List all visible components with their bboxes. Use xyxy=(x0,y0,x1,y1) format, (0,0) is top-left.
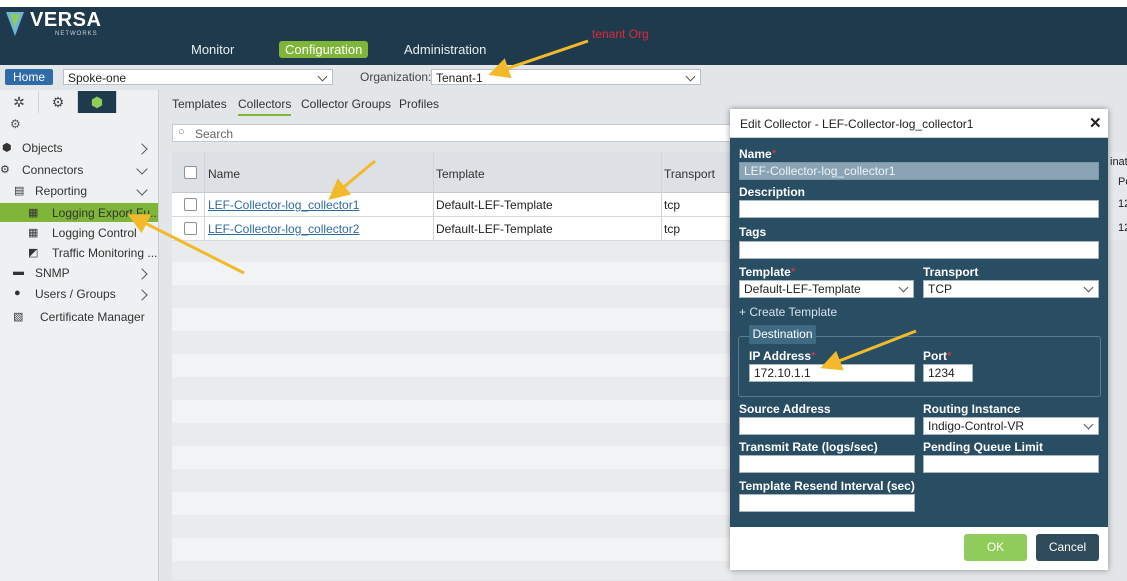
arrow-to-organization xyxy=(488,39,589,79)
annotation-arrows xyxy=(127,39,917,371)
arrow-to-ip-address xyxy=(820,329,917,371)
arrow-to-logging-export xyxy=(127,214,245,275)
arrow-to-collector xyxy=(328,159,376,200)
